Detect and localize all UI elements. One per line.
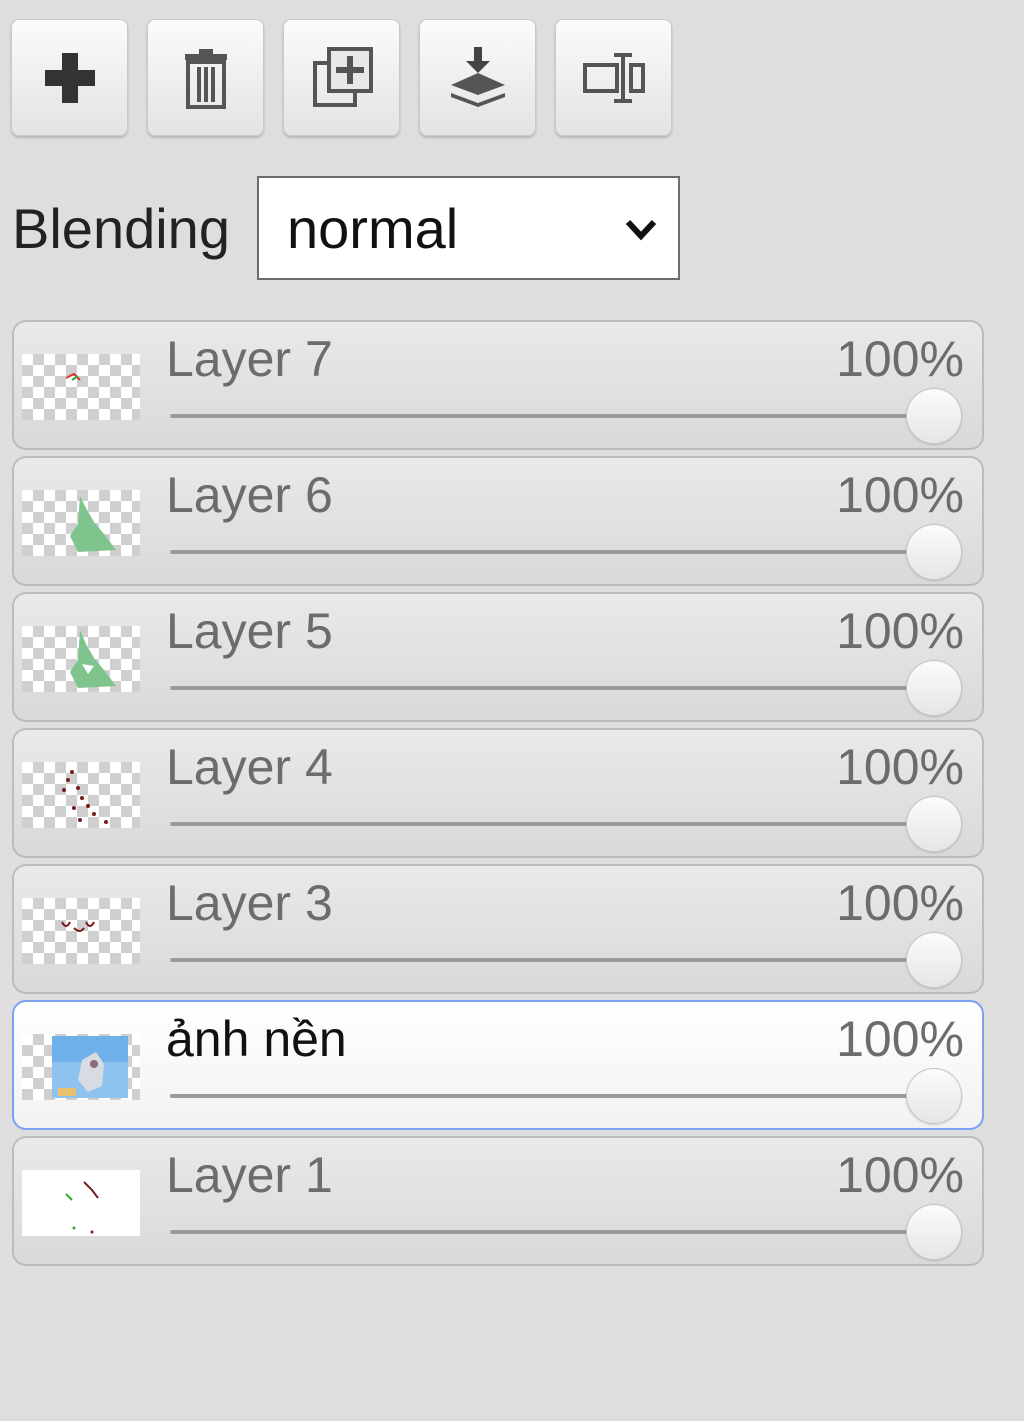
layer-opacity-value: 100% bbox=[836, 603, 964, 659]
layer-toolbar bbox=[11, 19, 672, 136]
opacity-slider[interactable] bbox=[170, 932, 964, 988]
layer-row[interactable]: Layer 7 100% bbox=[12, 320, 984, 450]
slider-handle[interactable] bbox=[906, 932, 962, 988]
layers-list: Layer 7 100% Layer 6 100% Layer 5 100% L… bbox=[12, 320, 984, 1272]
layer-name: Layer 6 bbox=[166, 467, 333, 523]
layer-opacity-value: 100% bbox=[836, 875, 964, 931]
delete-layer-button[interactable] bbox=[147, 19, 264, 136]
opacity-slider[interactable] bbox=[170, 796, 964, 852]
slider-handle[interactable] bbox=[906, 388, 962, 444]
trash-icon bbox=[184, 48, 227, 109]
opacity-slider[interactable] bbox=[170, 1204, 964, 1260]
layer-row[interactable]: Layer 3 100% bbox=[12, 864, 984, 994]
layer-row[interactable]: Layer 6 100% bbox=[12, 456, 984, 586]
layer-opacity-value: 100% bbox=[836, 331, 964, 387]
slider-track bbox=[170, 414, 934, 418]
slider-track bbox=[170, 958, 934, 962]
rename-icon bbox=[582, 52, 645, 103]
opacity-slider[interactable] bbox=[170, 1068, 964, 1124]
blending-selected-value: normal bbox=[287, 196, 459, 260]
layer-opacity-value: 100% bbox=[836, 1011, 964, 1067]
blending-select[interactable]: normal bbox=[257, 176, 680, 280]
layer-row[interactable]: Layer 1 100% bbox=[12, 1136, 984, 1266]
layer-row[interactable]: Layer 5 100% bbox=[12, 592, 984, 722]
add-layer-button[interactable] bbox=[11, 19, 128, 136]
plus-icon bbox=[44, 52, 95, 103]
slider-track bbox=[170, 822, 934, 826]
opacity-slider[interactable] bbox=[170, 388, 964, 444]
duplicate-icon bbox=[312, 46, 373, 107]
layer-name: Layer 1 bbox=[166, 1147, 333, 1203]
layer-thumbnail bbox=[22, 354, 140, 420]
layer-row-selected[interactable]: ảnh nền 100% bbox=[12, 1000, 984, 1130]
layer-name: Layer 7 bbox=[166, 331, 333, 387]
blending-label: Blending bbox=[12, 196, 230, 260]
layer-opacity-value: 100% bbox=[836, 467, 964, 523]
layer-thumbnail bbox=[22, 1170, 140, 1236]
slider-handle[interactable] bbox=[906, 524, 962, 580]
layer-opacity-value: 100% bbox=[836, 739, 964, 795]
slider-track bbox=[170, 550, 934, 554]
merge-down-icon bbox=[450, 46, 505, 107]
layer-name: Layer 4 bbox=[166, 739, 333, 795]
layer-thumbnail bbox=[22, 490, 140, 556]
layer-thumbnail bbox=[22, 1034, 140, 1100]
layer-name: ảnh nền bbox=[166, 1011, 347, 1067]
slider-handle[interactable] bbox=[906, 660, 962, 716]
layer-name: Layer 5 bbox=[166, 603, 333, 659]
blending-control: Blending normal bbox=[12, 176, 680, 280]
layer-thumbnail bbox=[22, 626, 140, 692]
opacity-slider[interactable] bbox=[170, 524, 964, 580]
slider-handle[interactable] bbox=[906, 1204, 962, 1260]
rename-layer-button[interactable] bbox=[555, 19, 672, 136]
slider-handle[interactable] bbox=[906, 1068, 962, 1124]
slider-track bbox=[170, 1230, 934, 1234]
layer-opacity-value: 100% bbox=[836, 1147, 964, 1203]
layer-thumbnail bbox=[22, 898, 140, 964]
merge-down-button[interactable] bbox=[419, 19, 536, 136]
duplicate-layer-button[interactable] bbox=[283, 19, 400, 136]
layer-name: Layer 3 bbox=[166, 875, 333, 931]
opacity-slider[interactable] bbox=[170, 660, 964, 716]
slider-track bbox=[170, 686, 934, 690]
chevron-down-icon bbox=[625, 219, 657, 241]
layer-thumbnail bbox=[22, 762, 140, 828]
layer-row[interactable]: Layer 4 100% bbox=[12, 728, 984, 858]
slider-track bbox=[170, 1094, 934, 1098]
slider-handle[interactable] bbox=[906, 796, 962, 852]
